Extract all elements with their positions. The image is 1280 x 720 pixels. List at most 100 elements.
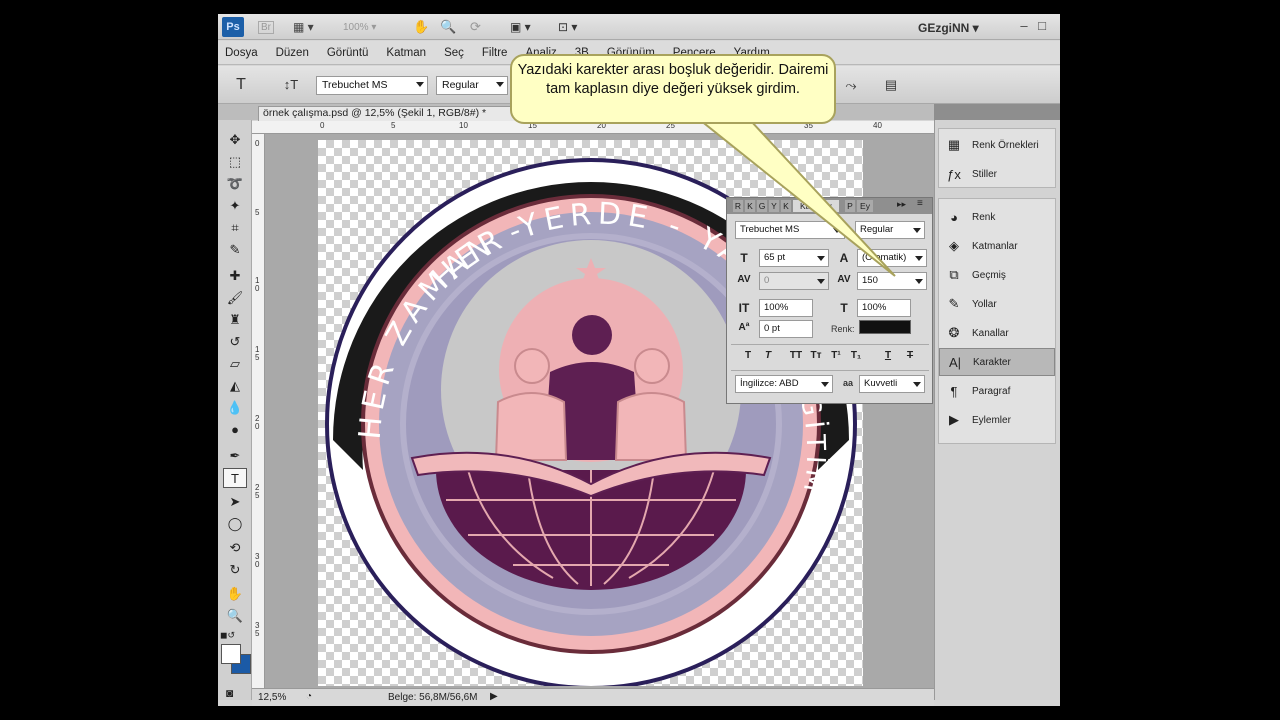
font-family-dropdown[interactable]: Trebuchet MS [316,76,428,95]
center-figure-head [572,315,612,355]
dock-item-layers[interactable]: ◈ Katmanlar [939,232,1055,260]
ruler-top-label: 10 [459,121,468,130]
move-tool-icon[interactable]: ✥ [223,130,247,150]
history-brush-tool-icon[interactable]: ↺ [223,332,247,352]
superscript-button[interactable]: T¹ [825,350,847,361]
ruler-left-label: 3 5 [255,621,260,638]
menu-filtre[interactable]: Filtre [482,47,508,59]
language-select[interactable]: İngilizce: ABD [735,375,833,393]
crop-tool-icon[interactable]: ⌗ [223,218,247,238]
dock-item-history[interactable]: ⧉ Geçmiş [939,261,1055,289]
menu-sec[interactable]: Seç [444,47,464,59]
strikethrough-button[interactable]: T [899,350,921,361]
text-color-swatch[interactable] [859,320,911,334]
dock-item-label: Geçmiş [972,269,1006,281]
subscript-button[interactable]: T₁ [845,350,867,361]
default-colors-icon[interactable]: ◼↺ [220,630,235,641]
horizontal-scale-value: 100% [862,302,887,313]
small-caps-button[interactable]: Tт [805,350,827,361]
status-zoom[interactable]: 12,5% [258,692,286,703]
document-tab[interactable]: örnek çalışma.psd @ 12,5% (Şekil 1, RGB/… [258,106,538,121]
blur-tool-icon[interactable]: 💧 [223,398,247,418]
underline-button[interactable]: T [877,350,899,361]
toggle-panels-icon[interactable]: ▤ [880,74,902,96]
tools-panel: ✥ ⬚ ➰ ✦ ⌗ ✎ ✚ 🖌 ♜ ↺ ▱ ◭ 💧 ● ✒ T ➤ ◯ ⟲ ↻ … [218,120,252,700]
paragraph-icon: ¶ [950,383,958,399]
dock-item-color[interactable]: ◕ Renk [939,203,1055,231]
baseline-shift-input[interactable]: 0 pt [759,320,813,338]
bridge-label: Br [258,20,274,34]
close-window-button[interactable] [1052,18,1060,34]
3d-orbit-tool-icon[interactable]: ↻ [223,560,247,580]
screen-mode-icon[interactable]: ⊡ ▾ [558,19,577,35]
dock-collapse-strip[interactable] [934,104,1060,120]
ruler-top-label: 5 [391,121,396,130]
dodge-tool-icon[interactable]: ● [223,420,247,440]
all-caps-button[interactable]: TT [785,350,807,361]
status-info-icon[interactable]: ◔ [306,691,312,702]
font-style-dropdown[interactable]: Regular [436,76,508,95]
text-orientation-icon[interactable]: ↕T [280,74,302,96]
maximize-button[interactable]: □ [1034,18,1050,34]
antialias-select[interactable]: Kuvvetli [859,375,925,393]
ellipse-tool-icon[interactable]: ◯ [223,514,247,534]
vertical-scale-input[interactable]: 100% [759,299,813,317]
type-tool-icon[interactable]: T [223,468,247,488]
quick-mask-icon[interactable]: ◙ [226,686,233,700]
minimize-button[interactable]: – [1016,18,1032,34]
foreground-color-swatch[interactable] [221,644,241,664]
dock-item-paragraph[interactable]: ¶ Paragraf [939,377,1055,405]
workspace-switcher[interactable]: GEzgiNN ▾ [918,21,979,35]
dock-item-label: Karakter [973,356,1011,368]
color-label: Renk: [831,324,855,334]
divider [731,370,929,371]
faux-bold-button[interactable]: T [737,350,759,361]
lasso-tool-icon[interactable]: ➰ [223,174,247,194]
bridge-icon[interactable]: Br [258,19,274,35]
menu-katman[interactable]: Katman [386,47,426,59]
hand-tool-icon[interactable]: ✋ [413,19,429,35]
text-tool-preset-icon[interactable]: T [230,74,252,96]
faux-italic-button[interactable]: T [757,350,779,361]
magic-wand-tool-icon[interactable]: ✦ [223,196,247,216]
menu-dosya[interactable]: Dosya [225,47,258,59]
dock-item-channels[interactable]: ❂ Kanallar [939,319,1055,347]
dock-item-styles[interactable]: ƒx Stiller [939,160,1055,188]
font-style-value: Regular [442,79,479,91]
ruler-left-label: 2 0 [255,414,260,431]
paint-bucket-tool-icon[interactable]: ◭ [223,376,247,396]
ruler-left-label: 3 0 [255,552,260,569]
3d-rotate-tool-icon[interactable]: ⟲ [223,538,247,558]
rotate-view-icon[interactable]: ⟳ [470,19,481,35]
clone-stamp-tool-icon[interactable]: ♜ [223,310,247,330]
hand-tool-icon[interactable]: ✋ [223,584,247,604]
healing-brush-tool-icon[interactable]: ✚ [223,266,247,286]
eyedropper-tool-icon[interactable]: ✎ [223,240,247,260]
dock-item-character[interactable]: A| Karakter [939,348,1055,376]
menu-goruntu[interactable]: Görüntü [327,47,369,59]
eraser-tool-icon[interactable]: ▱ [223,354,247,374]
dock-group-main: ◕ Renk ◈ Katmanlar ⧉ Geçmiş ✎ Yollar ❂ Kanall… [938,198,1056,444]
arrange-documents-icon[interactable]: ▣ ▾ [510,19,531,35]
brush-tool-icon[interactable]: 🖌 [223,288,247,308]
marquee-tool-icon[interactable]: ⬚ [223,152,247,172]
annotation-callout: Yazıdaki karekter arası boşluk değeridir… [510,54,836,124]
warp-text-icon[interactable]: ⤳ [840,74,862,96]
swatches-icon: ▦ [947,137,961,152]
dock-item-actions[interactable]: ▶ Eylemler [939,406,1055,434]
zoom-level-menu[interactable]: 100% ▾ [343,19,376,35]
dock-item-swatches[interactable]: ▦ Renk Örnekleri [939,131,1055,159]
zoom-level-label: 100% [343,21,369,33]
horizontal-scale-input[interactable]: 100% [857,299,911,317]
right-figure-head [634,348,670,384]
dock-item-paths[interactable]: ✎ Yollar [939,290,1055,318]
view-extras-icon[interactable]: ▦ ▾ [293,19,314,35]
menu-duzen[interactable]: Düzen [276,47,309,59]
pen-tool-icon[interactable]: ✒ [223,446,247,466]
path-selection-tool-icon[interactable]: ➤ [223,492,247,512]
actions-icon: ▶ [949,412,959,427]
zoom-tool-icon[interactable]: 🔍 [440,19,456,35]
zoom-tool-icon[interactable]: 🔍 [223,606,247,626]
character-icon: A| [948,354,962,370]
status-menu-arrow-icon[interactable]: ▶ [490,691,498,702]
